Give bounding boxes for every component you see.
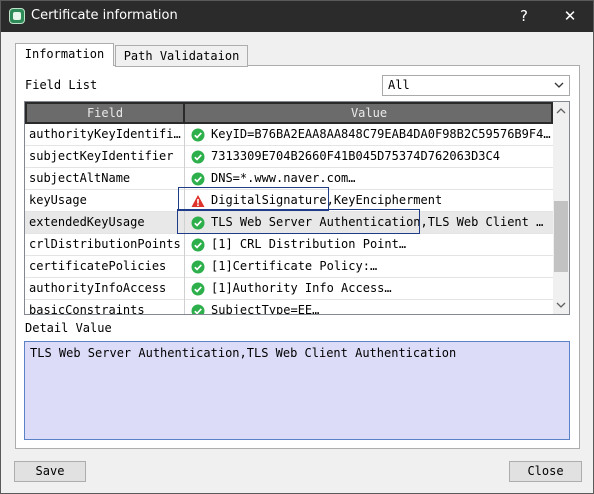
table-row[interactable]: authorityKeyIdentifi… KeyID=B76BA2EAA8AA8… [25,124,553,146]
field-value-cell: 7313309E704B2660F41B045D75374D762063D3C4 [211,149,500,163]
field-list-label: Field List [25,78,98,92]
window-close-button[interactable]: ✕ [547,1,593,32]
column-divider [184,278,185,300]
field-filter-value: All [388,78,410,92]
table-row[interactable]: keyUsage DigitalSignature,KeyEncipherment [25,190,553,212]
close-button[interactable]: Close [509,461,582,482]
field-name-cell: subjectKeyIdentifier [29,149,174,163]
field-name-cell: keyUsage [29,193,87,207]
field-value-cell: DNS=*.www.naver.com… [211,171,356,185]
field-value-cell: [1] CRL Distribution Point… [211,237,407,251]
field-value-cell: [1]Authority Info Access… [211,281,392,295]
check-circle-icon [191,128,205,142]
column-divider [184,146,185,168]
field-name-cell: authorityInfoAccess [29,281,167,295]
check-circle-icon [191,150,205,164]
tab-path-validation[interactable]: Path Validataion [115,45,248,67]
window-title: Certificate information [31,8,178,23]
table-row[interactable]: certificatePolicies [1]Certificate Policy… [25,256,553,278]
warning-icon [191,195,205,207]
detail-value-label: Detail Value [25,321,112,335]
app-icon [9,8,25,24]
scroll-down-icon[interactable] [556,301,566,309]
field-value-cell: [1]Certificate Policy:… [211,259,378,273]
field-name-cell: extendedKeyUsage [29,215,145,229]
tab-information[interactable]: Information [15,43,114,66]
table-body: authorityKeyIdentifi… KeyID=B76BA2EAA8AA8… [25,124,553,315]
field-value-cell: TLS Web Server Authentication,TLS Web Cl… [211,215,544,229]
field-name-cell: certificatePolicies [29,259,167,273]
vertical-scrollbar[interactable] [553,102,569,314]
column-header-field[interactable]: Field [27,104,185,122]
column-divider [184,212,185,234]
table-row[interactable]: crlDistributionPoints [1] CRL Distributio… [25,234,553,256]
column-divider [184,168,185,190]
table-row[interactable]: authorityInfoAccess [1]Authority Info Acc… [25,278,553,300]
field-name-cell: subjectAltName [29,171,131,185]
check-circle-icon [191,238,205,252]
certificate-dialog: Certificate information ? ✕ Information … [0,0,594,494]
table-header: Field Value [25,102,553,124]
scrollbar-thumb[interactable] [554,201,568,272]
table-row[interactable]: subjectKeyIdentifier 7313309E704B2660F41B… [25,146,553,168]
detail-value-field[interactable]: TLS Web Server Authentication,TLS Web Cl… [24,341,570,440]
column-divider [184,234,185,256]
field-name-cell: crlDistributionPoints [29,237,181,251]
field-table: Field Value authorityKeyIdentifi… KeyID=B… [24,101,570,315]
column-divider [184,256,185,278]
column-divider [184,300,185,314]
save-button[interactable]: Save [14,461,86,482]
field-name-cell: authorityKeyIdentifi… [29,127,181,141]
column-divider [184,190,185,212]
table-row[interactable]: subjectAltName DNS=*.www.naver.com… [25,168,553,190]
title-bar[interactable]: Certificate information ? ✕ [1,1,593,32]
field-value-cell: DigitalSignature,KeyEncipherment [211,193,443,207]
check-circle-icon [191,172,205,186]
column-divider [184,124,185,146]
check-circle-icon [191,304,205,314]
scroll-up-icon[interactable] [556,107,566,115]
check-circle-icon [191,216,205,230]
table-row[interactable]: extendedKeyUsage TLS Web Server Authentic… [25,212,553,234]
check-circle-icon [191,260,205,274]
table-row[interactable]: basicConstraints SubjectType=EE… [25,300,553,315]
column-header-value[interactable]: Value [187,104,551,122]
help-button[interactable]: ? [501,1,547,32]
field-value-cell: SubjectType=EE… [211,303,320,315]
field-name-cell: basicConstraints [29,303,145,315]
field-filter-select[interactable]: All [382,75,570,96]
chevron-down-icon [554,82,564,88]
field-value-cell: KeyID=B76BA2EAA8AA848C79EAB4DA0F98B2C595… [211,127,551,141]
check-circle-icon [191,282,205,296]
detail-value-text: TLS Web Server Authentication,TLS Web Cl… [30,346,457,360]
